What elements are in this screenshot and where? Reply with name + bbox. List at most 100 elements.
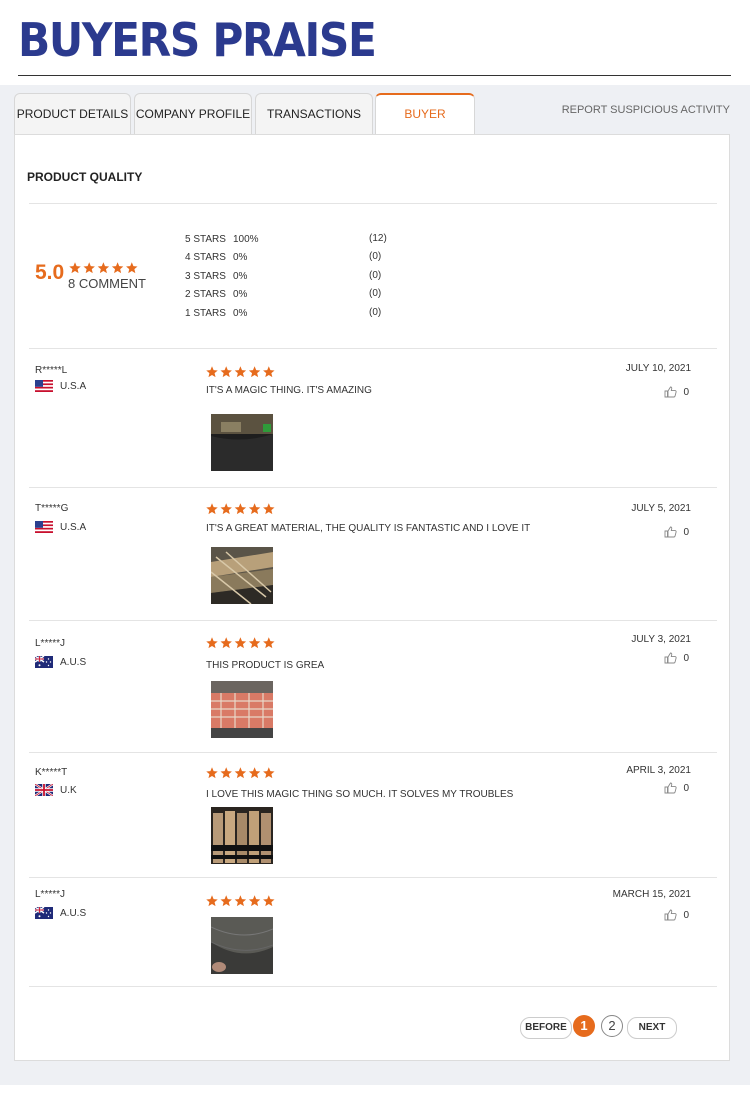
divider — [29, 203, 717, 204]
like-count: 0 — [683, 526, 689, 538]
review-text: IT'S A GREAT MATERIAL, THE QUALITY IS FA… — [206, 523, 531, 534]
reviewer-name: L*****J — [35, 889, 66, 900]
reviewer-country: A.U.S — [35, 656, 86, 668]
review-photo[interactable] — [211, 414, 273, 471]
comment-count: 8 COMMENT — [68, 276, 146, 291]
review-date: APRIL 3, 2021 — [626, 765, 691, 776]
like-count: 0 — [683, 909, 689, 921]
like-button[interactable]: 0 — [664, 652, 689, 664]
star-icon — [206, 637, 218, 649]
distribution-label: 5 STARS — [185, 234, 226, 245]
star-icon — [220, 637, 232, 649]
distribution-label: 1 STARS — [185, 308, 226, 319]
reviewer-name: R*****L — [35, 365, 68, 376]
divider — [29, 877, 717, 878]
report-suspicious-link[interactable]: REPORT SUSPICIOUS ACTIVITY — [562, 104, 730, 116]
distribution-percent: 0% — [233, 289, 248, 300]
star-icon — [234, 767, 247, 779]
review-photo[interactable] — [211, 917, 273, 974]
australia-flag-icon — [35, 656, 53, 668]
like-button[interactable]: 0 — [664, 782, 689, 794]
distribution-count: (0) — [369, 270, 382, 281]
usa-flag-icon — [35, 380, 53, 392]
review-photo[interactable] — [211, 807, 273, 864]
reviewer-country: U.S.A — [35, 521, 86, 533]
tab-buyer-reviews[interactable]: BUYER REVIEWS — [375, 93, 475, 160]
distribution-label: 2 STARS — [185, 289, 226, 300]
country-label: U.K — [60, 784, 77, 796]
star-icon — [263, 767, 275, 779]
review-date: JULY 10, 2021 — [625, 363, 691, 374]
star-icon — [206, 767, 218, 779]
review-text: THIS PRODUCT IS GREA — [206, 660, 325, 671]
section-title: PRODUCT QUALITY — [27, 170, 143, 184]
reviewer-country: A.U.S — [35, 907, 86, 919]
distribution-label: 4 STARS — [185, 252, 226, 263]
thumbs-up-icon — [664, 782, 678, 794]
distribution-label: 3 STARS — [185, 271, 226, 282]
divider — [29, 487, 717, 488]
country-label: U.S.A — [60, 521, 87, 533]
review-date: MARCH 15, 2021 — [612, 889, 691, 900]
page-title: BUYERS PRAISE — [18, 13, 377, 67]
star-icon — [234, 895, 247, 907]
divider — [29, 752, 717, 753]
star-icon — [234, 503, 247, 515]
review-photo[interactable] — [211, 547, 273, 604]
star-icon — [126, 262, 138, 274]
divider — [29, 348, 717, 349]
tab-transactions[interactable]: TRANSACTIONS — [255, 93, 373, 134]
star-icon — [263, 366, 275, 378]
like-button[interactable]: 0 — [664, 526, 689, 538]
country-label: U.S.A — [60, 380, 87, 392]
star-icon — [263, 895, 275, 907]
star-icon — [248, 366, 261, 378]
reviewer-country: U.K — [35, 784, 77, 796]
star-icon — [248, 637, 261, 649]
distribution-count: (12) — [369, 233, 387, 244]
distribution-count: (0) — [369, 288, 382, 299]
uk-flag-icon — [35, 784, 53, 796]
star-icon — [220, 767, 232, 779]
thumbs-up-icon — [664, 526, 678, 538]
reviewer-country: U.S.A — [35, 380, 86, 392]
star-icon — [206, 366, 218, 378]
reviewer-name: L*****J — [35, 638, 66, 649]
like-count: 0 — [683, 386, 689, 398]
next-page-button[interactable]: NEXT — [627, 1017, 677, 1039]
review-star-rating — [206, 767, 275, 779]
reviews-panel: PRODUCT QUALITY 5.0 8 COMMENT 5 STARS 10… — [14, 134, 730, 1061]
review-photo[interactable] — [211, 681, 273, 738]
thumbs-up-icon — [664, 386, 678, 398]
country-label: A.U.S — [60, 656, 87, 668]
page-1-button[interactable]: 1 — [573, 1015, 595, 1037]
like-count: 0 — [683, 782, 689, 794]
like-button[interactable]: 0 — [664, 386, 689, 398]
like-count: 0 — [683, 652, 689, 664]
review-text: IT'S A MAGIC THING. IT'S AMAZING — [206, 385, 372, 396]
country-label: A.U.S — [60, 907, 87, 919]
like-button[interactable]: 0 — [664, 909, 689, 921]
average-rating: 5.0 — [35, 261, 65, 284]
usa-flag-icon — [35, 521, 53, 533]
tab-company-profile[interactable]: COMPANY PROFILE — [134, 93, 252, 134]
review-date: JULY 5, 2021 — [631, 503, 691, 514]
review-star-rating — [206, 366, 275, 378]
distribution-percent: 100% — [233, 234, 259, 245]
summary-star-rating — [69, 262, 138, 274]
review-star-rating — [206, 895, 275, 907]
title-divider — [18, 75, 731, 76]
divider — [29, 986, 717, 987]
distribution-count: (0) — [369, 251, 382, 262]
star-icon — [248, 503, 261, 515]
star-icon — [248, 895, 261, 907]
distribution-percent: 0% — [233, 271, 248, 282]
thumbs-up-icon — [664, 652, 678, 664]
star-icon — [234, 637, 247, 649]
page-2-button[interactable]: 2 — [601, 1015, 623, 1037]
distribution-percent: 0% — [233, 252, 248, 263]
previous-page-button[interactable]: BEFORE — [520, 1017, 572, 1039]
review-star-rating — [206, 503, 275, 515]
star-icon — [263, 637, 275, 649]
tab-product-details[interactable]: PRODUCT DETAILS — [14, 93, 131, 134]
